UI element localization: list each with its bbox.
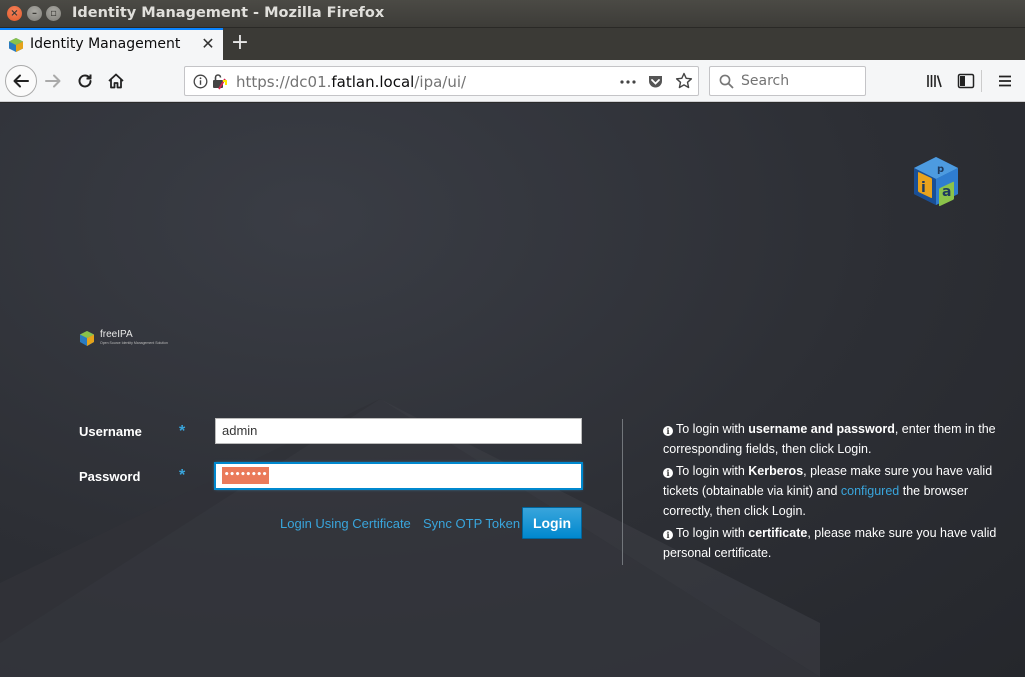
password-input[interactable]: •••••••• [215, 463, 582, 489]
svg-text:p: p [937, 164, 944, 175]
help-bold: Kerberos [748, 464, 804, 478]
username-input[interactable]: admin [215, 418, 582, 444]
window-title: Identity Management - Mozilla Firefox [72, 5, 385, 21]
help-text: To login with [676, 526, 749, 540]
pocket-icon[interactable] [647, 73, 664, 90]
help-bold: username and password [748, 422, 895, 436]
sidebar-icon [957, 73, 975, 89]
login-using-certificate-link[interactable]: Login Using Certificate [280, 516, 411, 531]
freeipa-brand: freeIPA Open Source Identity Management … [80, 329, 180, 349]
back-arrow-icon [13, 74, 29, 88]
tab-strip: Identity Management ✕ + [0, 28, 1025, 60]
info-circle-icon: i [663, 468, 673, 478]
username-label: Username [79, 424, 142, 439]
url-text[interactable]: https://dc01.fatlan.local/ipa/ui/ [236, 73, 466, 91]
search-icon [719, 74, 734, 89]
navigation-toolbar: https://dc01.fatlan.local/ipa/ui/ Search [0, 60, 1025, 102]
brand-name: freeIPA [100, 329, 133, 340]
password-required-marker: * [179, 467, 186, 484]
new-tab-button[interactable]: + [229, 30, 251, 56]
help-certificate: i To login with certificate, please make … [663, 523, 1008, 563]
login-help: i To login with username and password, en… [663, 419, 1008, 565]
tab-label: Identity Management [30, 36, 181, 52]
insecure-lock-icon[interactable] [211, 73, 227, 90]
forward-arrow-icon [45, 74, 61, 88]
info-icon[interactable] [193, 74, 208, 89]
login-page: p i a freeIPA Open Source Identity Manag… [0, 103, 1025, 677]
bookmark-star-icon[interactable] [675, 72, 693, 90]
window-maximize-button[interactable]: ▫ [46, 6, 61, 21]
login-button[interactable]: Login [522, 507, 582, 539]
help-username-password: i To login with username and password, en… [663, 419, 1008, 459]
freeipa-small-logo-icon [80, 331, 94, 346]
ipa-cube-logo: p i a [914, 157, 958, 207]
info-circle-icon: i [663, 426, 673, 436]
password-label: Password [79, 469, 141, 484]
url-bar[interactable]: https://dc01.fatlan.local/ipa/ui/ [184, 66, 699, 96]
url-path: /ipa/ui/ [414, 73, 467, 91]
menu-button[interactable] [991, 67, 1019, 95]
library-button[interactable] [920, 67, 948, 95]
brand-tagline: Open Source Identity Management Solution [100, 341, 168, 345]
info-circle-icon: i [663, 530, 673, 540]
sidebar-toggle-button[interactable] [952, 67, 980, 95]
url-host: fatlan.local [331, 73, 415, 91]
toolbar-separator [981, 70, 982, 92]
freeipa-favicon-icon [9, 38, 23, 52]
help-text: To login with [676, 422, 749, 436]
window-close-button[interactable]: × [7, 6, 22, 21]
search-placeholder: Search [741, 73, 790, 89]
home-button[interactable] [102, 67, 130, 95]
hamburger-menu-icon [999, 75, 1011, 87]
page-actions-icon[interactable] [619, 74, 637, 90]
help-text: To login with [676, 464, 749, 478]
svg-text:i: i [921, 180, 926, 196]
background-pyramid [0, 399, 820, 677]
forward-button[interactable] [39, 67, 67, 95]
url-prefix: https://dc01. [236, 73, 332, 91]
sync-otp-token-link[interactable]: Sync OTP Token [423, 516, 520, 531]
window-minimize-button[interactable]: – [27, 6, 42, 21]
home-icon [108, 73, 124, 89]
form-divider [622, 419, 623, 565]
configured-link[interactable]: configured [841, 484, 899, 498]
help-bold: certificate [748, 526, 808, 540]
username-required-marker: * [179, 423, 186, 440]
library-icon [927, 75, 942, 88]
reload-button[interactable] [71, 67, 99, 95]
search-box[interactable]: Search [709, 66, 866, 96]
help-kerberos: i To login with Kerberos, please make sur… [663, 461, 1008, 521]
back-button[interactable] [5, 65, 37, 97]
tab-identity-management[interactable]: Identity Management ✕ [0, 28, 223, 60]
password-value: •••••••• [222, 467, 270, 484]
svg-text:a: a [942, 184, 951, 200]
window-titlebar: × – ▫ Identity Management - Mozilla Fire… [0, 0, 1025, 28]
tab-close-icon[interactable]: ✕ [199, 34, 217, 54]
reload-icon [78, 74, 92, 88]
